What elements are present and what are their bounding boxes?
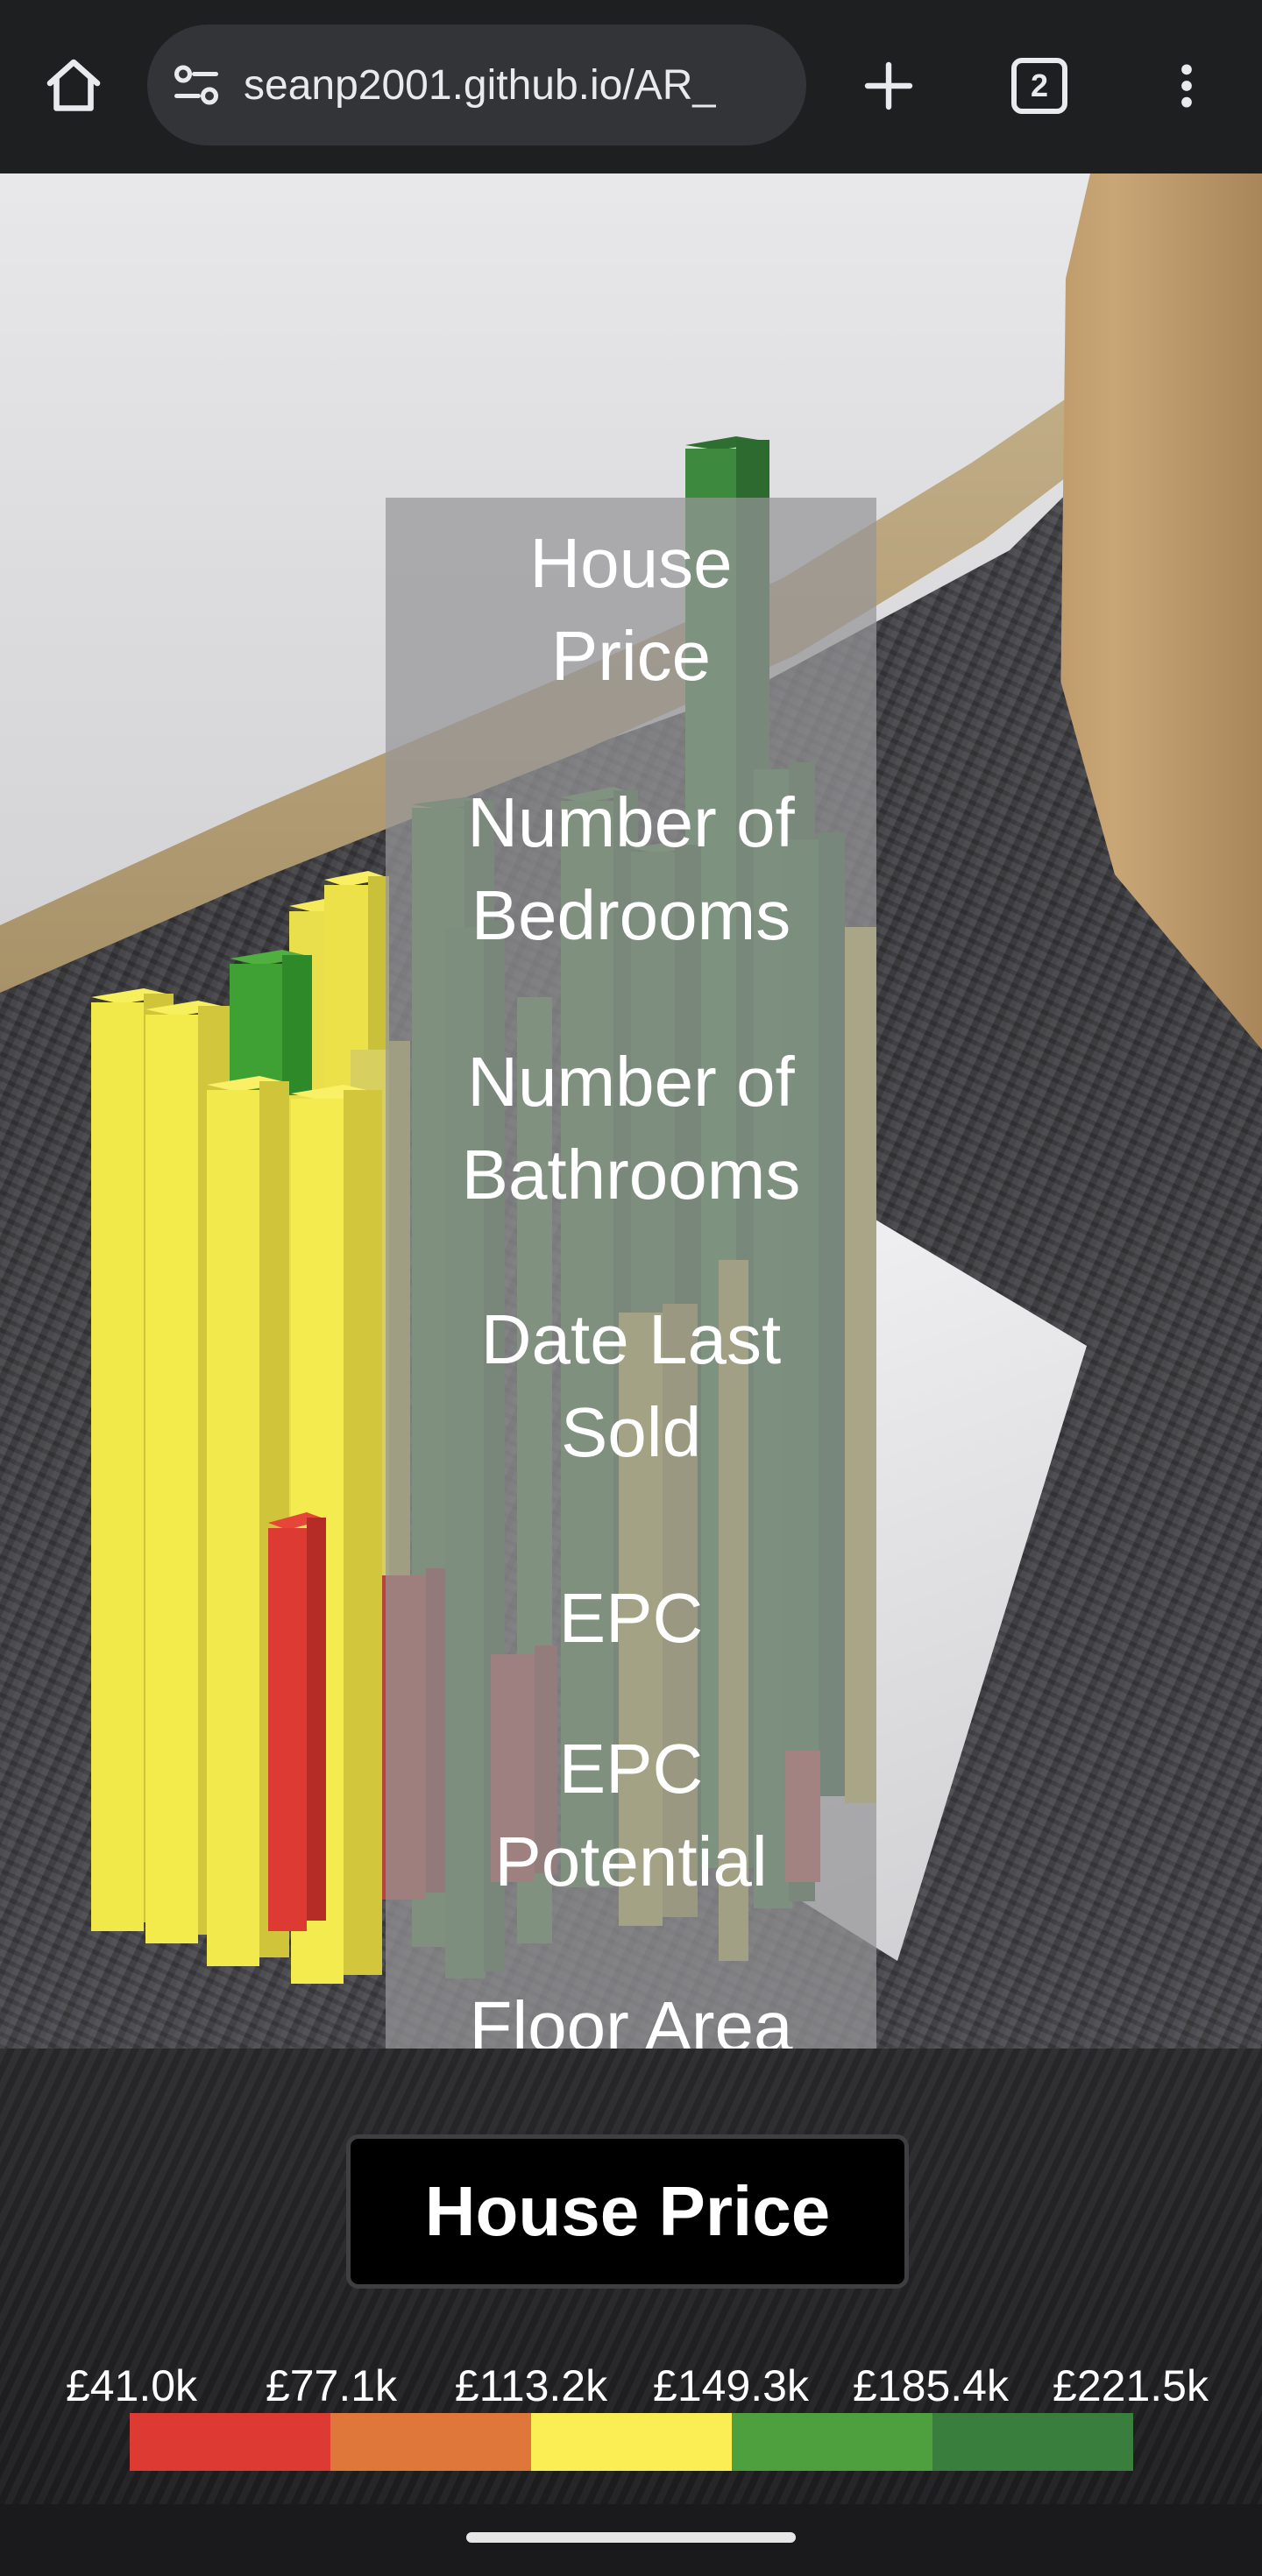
menu-item-house-price[interactable]: House Price — [386, 517, 876, 703]
menu-item-epc-potential[interactable]: EPC Potential — [386, 1723, 876, 1908]
legend-label: £221.5k — [1053, 2361, 1209, 2410]
ar-camera-view[interactable]: House Price Number of Bedrooms Number of… — [0, 173, 1262, 2049]
more-menu-button[interactable] — [1145, 44, 1229, 128]
legend-label: £77.1k — [265, 2361, 398, 2410]
address-bar[interactable]: seanp2001.github.io/AR_ — [147, 25, 806, 145]
legend-label: £41.0k — [65, 2361, 198, 2410]
home-icon — [46, 59, 101, 111]
url-text[interactable]: seanp2001.github.io/AR_ — [244, 61, 716, 110]
selected-metric-button[interactable]: House Price — [346, 2134, 909, 2289]
new-tab-button[interactable] — [845, 44, 932, 128]
controls-panel: House Price £41.0k £77.1k £113.2k £149.3… — [0, 2049, 1262, 2504]
tab-count: 2 — [1030, 67, 1049, 103]
menu-item-number-of-bathrooms[interactable]: Number of Bathrooms — [386, 1036, 876, 1221]
home-indicator[interactable] — [466, 2532, 796, 2543]
menu-item-epc[interactable]: EPC — [386, 1572, 876, 1665]
legend-label: £185.4k — [853, 2361, 1009, 2410]
home-button[interactable] — [26, 44, 121, 128]
legend-swatch — [531, 2413, 732, 2471]
legend-label: £149.3k — [653, 2361, 809, 2410]
tab-switcher-button[interactable]: 2 — [996, 44, 1083, 128]
category-menu: House Price Number of Bedrooms Number of… — [386, 498, 876, 2049]
legend-swatch — [130, 2413, 330, 2471]
menu-item-number-of-bedrooms[interactable]: Number of Bedrooms — [386, 776, 876, 962]
legend-swatch — [330, 2413, 531, 2471]
menu-item-date-last-sold[interactable]: Date Last Sold — [386, 1293, 876, 1479]
tune-icon[interactable] — [170, 59, 223, 111]
more-vert-icon — [1181, 64, 1192, 108]
legend-swatch — [932, 2413, 1133, 2471]
legend-swatch — [732, 2413, 932, 2471]
tab-count-icon: 2 — [1011, 58, 1067, 114]
browser-toolbar: seanp2001.github.io/AR_ 2 — [0, 0, 1262, 173]
legend-label: £113.2k — [454, 2361, 608, 2410]
plus-icon — [864, 61, 913, 110]
system-navigation-bar — [0, 2504, 1262, 2576]
menu-item-floor-area[interactable]: Floor Area (ft²) — [386, 1980, 876, 2049]
